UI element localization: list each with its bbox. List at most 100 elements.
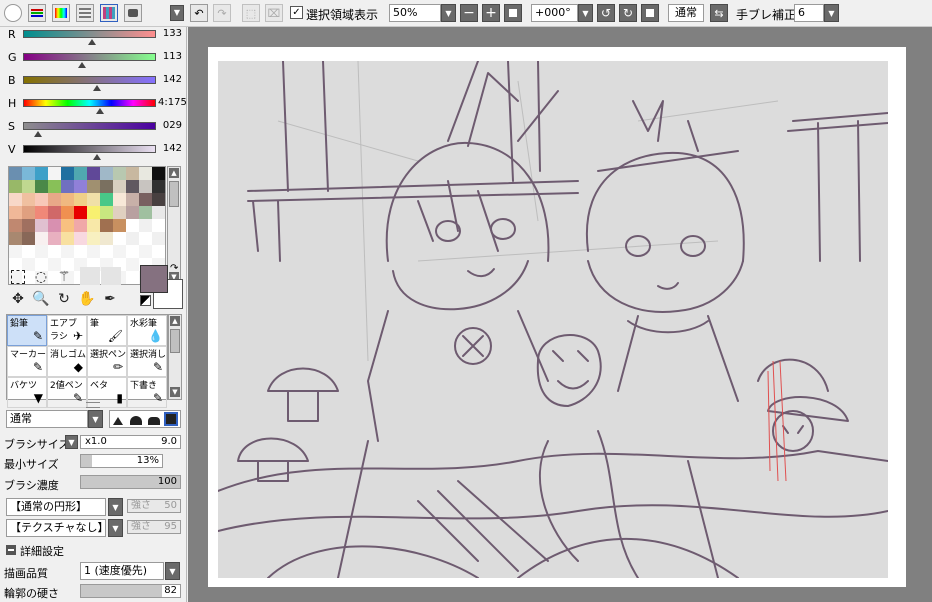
brush-9[interactable]: 2値ペン ✎ bbox=[47, 377, 87, 408]
brush-shape-selector[interactable] bbox=[109, 410, 181, 428]
scroll-thumb[interactable] bbox=[170, 329, 180, 353]
color-swatch[interactable] bbox=[61, 219, 74, 232]
color-swatch[interactable] bbox=[152, 180, 165, 193]
color-swatch[interactable] bbox=[9, 206, 22, 219]
brush-scrollbar[interactable]: ▲ ▼ bbox=[168, 314, 182, 400]
color-swatch[interactable] bbox=[100, 193, 113, 206]
scroll-thumb[interactable] bbox=[169, 181, 179, 207]
rotation-reset-icon[interactable] bbox=[641, 4, 659, 22]
color-slider-r[interactable] bbox=[23, 30, 156, 38]
color-swatch[interactable] bbox=[113, 180, 126, 193]
color-swatch[interactable] bbox=[74, 167, 87, 180]
canvas-paper[interactable] bbox=[208, 47, 906, 587]
zoom-in-icon[interactable]: + bbox=[482, 4, 500, 22]
empty-swatch[interactable] bbox=[74, 245, 87, 258]
rect-select-icon[interactable] bbox=[8, 267, 28, 287]
color-swatch[interactable] bbox=[74, 206, 87, 219]
color-swatch[interactable] bbox=[139, 193, 152, 206]
rotate-left-icon[interactable]: ↺ bbox=[597, 4, 615, 22]
foreground-color[interactable] bbox=[140, 265, 168, 293]
swap-colors-icon[interactable]: ↷ bbox=[170, 263, 178, 274]
empty-swatch[interactable] bbox=[126, 271, 139, 284]
color-swatch[interactable] bbox=[9, 167, 22, 180]
empty-swatch[interactable] bbox=[100, 245, 113, 258]
magic-wand-icon[interactable]: ⚚ bbox=[54, 267, 74, 287]
color-swatch[interactable] bbox=[126, 180, 139, 193]
color-swatch[interactable] bbox=[48, 193, 61, 206]
color-swatch[interactable] bbox=[35, 219, 48, 232]
flip-horizontal-icon[interactable]: ⇆ bbox=[710, 4, 728, 22]
color-swatch[interactable] bbox=[48, 167, 61, 180]
color-swatch[interactable] bbox=[22, 180, 35, 193]
brush-0[interactable]: 鉛筆 ✎ bbox=[7, 315, 47, 346]
scroll-up-icon[interactable]: ▲ bbox=[169, 168, 179, 178]
stabilizer-dropdown-icon[interactable]: ▼ bbox=[824, 4, 839, 22]
empty-swatch[interactable] bbox=[152, 245, 165, 258]
color-swatch[interactable] bbox=[87, 167, 100, 180]
color-swatch[interactable] bbox=[22, 219, 35, 232]
color-swatch[interactable] bbox=[22, 206, 35, 219]
zoom-tool-icon[interactable]: 🔍 bbox=[31, 289, 51, 309]
slider-handle-icon[interactable] bbox=[33, 131, 42, 137]
shape-square-icon[interactable] bbox=[164, 412, 178, 426]
color-slider-b[interactable] bbox=[23, 76, 156, 84]
texture-strength-field[interactable]: 強さ 95 bbox=[127, 520, 181, 534]
empty-swatch[interactable] bbox=[9, 245, 22, 258]
color-swatch[interactable] bbox=[22, 193, 35, 206]
rotate-tool-icon[interactable]: ↻ bbox=[54, 289, 74, 309]
density-slider[interactable]: 100 bbox=[80, 475, 181, 489]
canvas-area[interactable] bbox=[188, 27, 932, 602]
color-swatch[interactable] bbox=[61, 206, 74, 219]
color-slider-s[interactable] bbox=[23, 122, 156, 130]
zoom-field[interactable]: 50% bbox=[389, 4, 441, 22]
brush-5[interactable]: 消しゴム ◆ bbox=[47, 346, 87, 377]
color-slider-h[interactable] bbox=[23, 99, 156, 107]
color-swatch[interactable] bbox=[87, 232, 100, 245]
empty-swatch[interactable] bbox=[139, 245, 152, 258]
eyedropper-icon[interactable]: ✒ bbox=[100, 289, 120, 309]
color-swatch[interactable] bbox=[152, 167, 165, 180]
texture-field[interactable]: 【テクスチャなし】 bbox=[6, 519, 109, 537]
color-swatch[interactable] bbox=[48, 206, 61, 219]
reset-colors-icon[interactable] bbox=[140, 295, 151, 306]
quality-dropdown-icon[interactable]: ▼ bbox=[165, 562, 180, 580]
color-swatch[interactable] bbox=[100, 180, 113, 193]
color-swatch[interactable] bbox=[139, 167, 152, 180]
color-swatch[interactable] bbox=[74, 219, 87, 232]
color-swatch[interactable] bbox=[61, 167, 74, 180]
empty-swatch[interactable] bbox=[113, 245, 126, 258]
color-swatch[interactable] bbox=[9, 232, 22, 245]
color-swatch[interactable] bbox=[35, 206, 48, 219]
color-swatch[interactable] bbox=[152, 219, 165, 232]
color-swatch[interactable] bbox=[113, 167, 126, 180]
color-swatch[interactable] bbox=[126, 232, 139, 245]
texture-dropdown-icon[interactable]: ▼ bbox=[108, 519, 123, 537]
zoom-reset-icon[interactable] bbox=[504, 4, 522, 22]
empty-swatch[interactable] bbox=[87, 245, 100, 258]
brush-shape-field[interactable]: 【通常の円形】 bbox=[6, 498, 106, 516]
shape-strength-field[interactable]: 強さ 50 bbox=[127, 499, 181, 513]
hand-icon[interactable]: ✋ bbox=[77, 289, 97, 309]
lasso-icon[interactable]: ◌ bbox=[31, 267, 51, 287]
color-swatch[interactable] bbox=[113, 232, 126, 245]
scratchpad-icon[interactable] bbox=[124, 4, 142, 22]
rotation-dropdown-icon[interactable]: ▼ bbox=[578, 4, 593, 22]
color-swatch[interactable] bbox=[48, 180, 61, 193]
color-swatch[interactable] bbox=[22, 232, 35, 245]
brush-shape-dropdown-icon[interactable]: ▼ bbox=[108, 498, 123, 516]
min-size-slider[interactable]: 13% bbox=[80, 454, 163, 468]
color-swatch[interactable] bbox=[139, 180, 152, 193]
brush-size-field[interactable]: x1.0 9.0 bbox=[80, 435, 181, 449]
empty-swatch[interactable] bbox=[126, 245, 139, 258]
color-swatch[interactable] bbox=[100, 167, 113, 180]
color-swatch[interactable] bbox=[100, 232, 113, 245]
show-selection-checkbox[interactable]: ✓ bbox=[290, 6, 303, 19]
rotation-field[interactable]: +000° bbox=[531, 4, 578, 22]
color-swatch[interactable] bbox=[74, 232, 87, 245]
zoom-dropdown-icon[interactable]: ▼ bbox=[441, 4, 456, 22]
view-mode-button[interactable]: 通常 bbox=[668, 4, 704, 22]
color-slider-g[interactable] bbox=[23, 53, 156, 61]
brush-mode-dropdown-icon[interactable]: ▼ bbox=[88, 410, 103, 428]
slider-handle-icon[interactable] bbox=[88, 39, 97, 45]
color-swatch[interactable] bbox=[126, 193, 139, 206]
